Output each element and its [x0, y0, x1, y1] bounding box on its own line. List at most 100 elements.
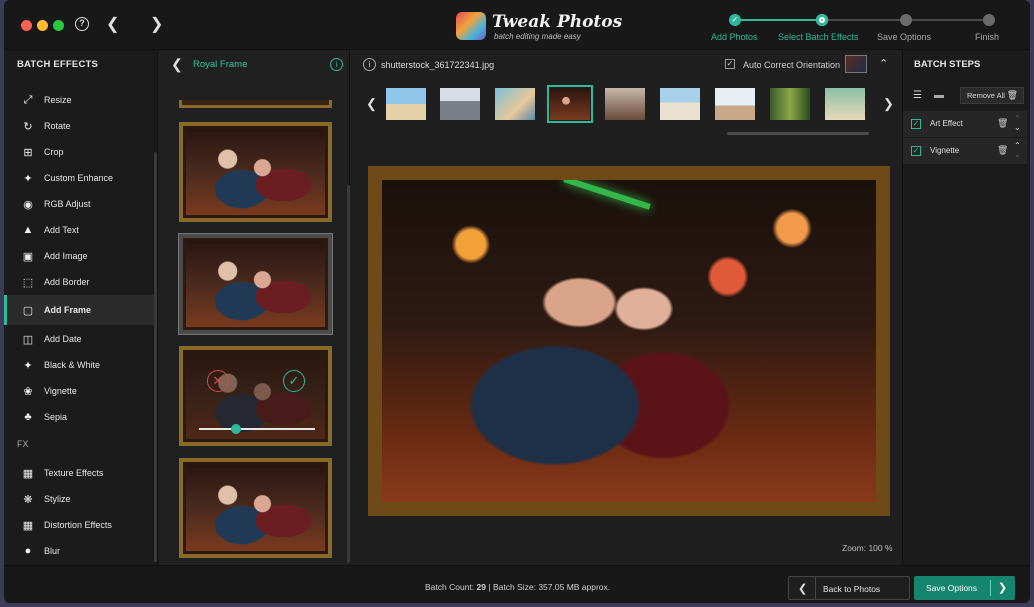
sidebar-item-label: Resize: [44, 95, 72, 105]
move-down-icon[interactable]: ⌄: [1014, 123, 1021, 132]
move-up-icon[interactable]: ⌃: [1014, 114, 1021, 123]
rotate-icon: ↻: [23, 120, 33, 133]
strip-scrollbar[interactable]: [727, 132, 869, 135]
close-window-button[interactable]: [21, 20, 32, 31]
zoom-window-button[interactable]: [53, 20, 64, 31]
strip-next-icon[interactable]: ❯: [883, 96, 894, 112]
apply-frame-icon[interactable]: ✓: [283, 370, 305, 392]
sidebar-item-resize[interactable]: ⤢ Resize: [4, 87, 154, 113]
step-checkbox[interactable]: ✓: [911, 119, 921, 129]
vignette-icon: ❀: [23, 385, 33, 398]
back-icon[interactable]: ❮: [106, 14, 119, 34]
sidebar-item-label: Add Text: [44, 225, 79, 235]
frame-size-slider[interactable]: [199, 428, 315, 430]
step-checkbox[interactable]: ✓: [911, 146, 921, 156]
sidebar-item-stylize[interactable]: ❋ Stylize: [4, 486, 154, 512]
sidebar-item-label: Add Border: [44, 277, 90, 287]
photo-thumb[interactable]: [770, 88, 810, 120]
sidebar-item-custom-enhance[interactable]: ✦ Custom Enhance: [4, 165, 154, 191]
sidebar-item-label: Crop: [44, 147, 64, 157]
photo-thumb[interactable]: [715, 88, 755, 120]
sidebar-item-rotate[interactable]: ↻ Rotate: [4, 113, 154, 139]
sidebar-item-black-white[interactable]: ✦ Black & White: [4, 352, 154, 378]
sidebar-item-distortion-effects[interactable]: ▦ Distortion Effects: [4, 512, 154, 538]
collapse-strip-icon[interactable]: ⌃: [879, 57, 888, 70]
minimize-window-button[interactable]: [37, 20, 48, 31]
auto-correct-checkbox[interactable]: ✓: [725, 59, 735, 69]
step-label-add-photos[interactable]: Add Photos: [711, 32, 758, 42]
frame-panel-scrollbar[interactable]: [347, 185, 350, 563]
sepia-icon: ♣: [24, 411, 32, 423]
frame-thumb-photo: [186, 241, 325, 327]
sidebar-item-label: Vignette: [44, 386, 77, 396]
sidebar-item-add-frame[interactable]: ▢ Add Frame: [4, 295, 154, 325]
delete-step-icon[interactable]: 🗑: [997, 118, 1008, 129]
bottom-bar: Batch Count: 29 | Batch Size: 357.05 MB …: [4, 565, 1030, 603]
title-bar: ? ❮ ❯ Tweak Photos batch editing made ea…: [4, 0, 1030, 50]
sidebar-item-rgb-adjust[interactable]: ◉ RGB Adjust: [4, 191, 154, 217]
frame-thumb-partial[interactable]: [179, 100, 332, 108]
save-options-label: Save Options: [926, 583, 978, 593]
photo-thumb[interactable]: [660, 88, 700, 120]
frame-panel-header: ❮ Royal Frame i: [159, 50, 350, 78]
button-divider: [815, 577, 816, 599]
batch-step-row[interactable]: ✓ Vignette 🗑 ⌃ ⌄: [903, 138, 1027, 164]
sidebar-item-texture-effects[interactable]: ▦ Texture Effects: [4, 460, 154, 486]
trash-icon: 🗑: [1006, 90, 1018, 100]
resize-icon: ⤢: [23, 93, 33, 106]
sidebar-item-add-text[interactable]: ▲ Add Text: [4, 217, 154, 243]
sidebar-item-vignette[interactable]: ❀ Vignette: [4, 378, 154, 404]
batch-step-row[interactable]: ✓ Art Effect 🗑 ⌃ ⌄: [903, 111, 1027, 137]
batch-steps-panel: BATCH STEPS ☰ ▬ Remove All 🗑 ✓ Art Effec…: [902, 50, 1030, 565]
sidebar-item-label: Blur: [44, 546, 61, 556]
compact-view-icon[interactable]: ▬: [934, 90, 944, 101]
photo-thumb[interactable]: [386, 88, 426, 120]
step-pending-dot: [900, 14, 912, 26]
sidebar-item-crop[interactable]: ⊞ Crop: [4, 139, 154, 165]
sidebar-scrollbar[interactable]: [154, 152, 157, 562]
move-up-icon[interactable]: ⌃: [1014, 141, 1021, 150]
button-divider: [990, 580, 991, 596]
sidebar-item-label: Add Frame: [44, 305, 92, 315]
photo-thumb-selected[interactable]: [547, 85, 593, 123]
strip-prev-icon[interactable]: ❮: [366, 96, 377, 112]
remove-all-button[interactable]: Remove All 🗑: [960, 87, 1024, 104]
distortion-icon: ▦: [22, 519, 34, 532]
orientation-preview-icon[interactable]: [845, 55, 867, 73]
step-current-dot: [816, 14, 828, 26]
forward-icon[interactable]: ❯: [150, 14, 163, 34]
file-info-icon[interactable]: i: [363, 58, 376, 71]
border-icon: ⬚: [22, 276, 34, 289]
back-to-photos-button[interactable]: ❮ Back to Photos: [788, 576, 910, 600]
frame-thumb[interactable]: [179, 234, 332, 334]
main-preview-image: [368, 166, 890, 516]
step-label-finish[interactable]: Finish: [975, 32, 999, 42]
move-down-icon[interactable]: ⌄: [1014, 150, 1021, 159]
sidebar-title: BATCH EFFECTS: [17, 59, 99, 70]
photo-thumb[interactable]: [440, 88, 480, 120]
help-icon[interactable]: ?: [75, 17, 89, 31]
frame-thumb[interactable]: [179, 122, 332, 222]
photo-thumb[interactable]: [825, 88, 865, 120]
sidebar-item-add-border[interactable]: ⬚ Add Border: [4, 269, 154, 295]
step-label-save-options[interactable]: Save Options: [877, 32, 931, 42]
frame-thumb-active[interactable]: ✕ ✓: [179, 346, 332, 446]
frame-thumb-photo: [186, 129, 325, 215]
cancel-frame-icon[interactable]: ✕: [207, 370, 229, 392]
list-view-icon[interactable]: ☰: [913, 90, 922, 101]
photo-thumb[interactable]: [605, 88, 645, 120]
frame-back-icon[interactable]: ❮: [171, 56, 183, 73]
frame-size-slider-handle[interactable]: [231, 424, 241, 434]
frame-thumb[interactable]: [179, 458, 332, 558]
sidebar-item-blur[interactable]: ● Blur: [4, 538, 154, 564]
sidebar-item-sepia[interactable]: ♣ Sepia: [4, 404, 154, 430]
frame-info-icon[interactable]: i: [330, 58, 343, 71]
step-label-select-effects[interactable]: Select Batch Effects: [778, 32, 858, 42]
rgb-icon: ◉: [23, 198, 33, 211]
back-to-photos-label: Back to Photos: [823, 584, 881, 594]
delete-step-icon[interactable]: 🗑: [997, 145, 1008, 156]
sidebar-item-add-image[interactable]: ▣ Add Image: [4, 243, 154, 269]
photo-thumb[interactable]: [495, 88, 535, 120]
sidebar-item-add-date[interactable]: ◫ Add Date: [4, 326, 154, 352]
save-options-button[interactable]: Save Options ❯: [914, 576, 1015, 600]
